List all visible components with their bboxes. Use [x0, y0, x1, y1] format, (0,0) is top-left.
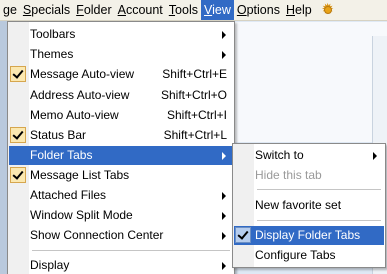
menu-item-label: Message List Tabs: [30, 168, 130, 182]
menu-item-label: Hide this tab: [255, 168, 322, 182]
menu-item-label: New favorite set: [255, 198, 342, 212]
menu-item-display[interactable]: Display: [9, 256, 233, 274]
menu-help[interactable]: Help: [283, 0, 315, 20]
check-icon: [235, 227, 251, 243]
menu-item-folder-tabs[interactable]: Folder Tabs: [9, 146, 233, 165]
menu-item-configure-tabs[interactable]: Configure Tabs: [234, 246, 384, 265]
shortcut-text: Shift+Ctrl+E: [162, 67, 227, 81]
shortcut-text: Shift+Ctrl+I: [166, 108, 227, 122]
menu-item-status-bar[interactable]: Status Bar Shift+Ctrl+L: [9, 126, 233, 145]
check-icon: [10, 127, 26, 143]
check-icon: [10, 66, 26, 82]
menu-message[interactable]: ge: [0, 0, 20, 20]
sun-icon[interactable]: ✹: [320, 2, 336, 18]
menu-item-label: Folder Tabs: [30, 148, 93, 162]
submenu-arrow-icon: [222, 31, 226, 39]
menu-item-themes[interactable]: Themes: [9, 45, 233, 64]
menu-item-hide-this-tab: Hide this tab: [234, 166, 384, 185]
menu-item-address-auto-view[interactable]: Address Auto-view Shift+Ctrl+O: [9, 86, 233, 105]
menu-item-label: Display Folder Tabs: [255, 228, 361, 242]
submenu-arrow-icon: [222, 262, 226, 270]
submenu-arrow-icon: [222, 212, 226, 220]
submenu-arrow-icon: [222, 152, 226, 160]
menu-item-message-auto-view[interactable]: Message Auto-view Shift+Ctrl+E: [9, 65, 233, 84]
menu-separator: [32, 250, 230, 251]
menu-item-label: Message Auto-view: [30, 67, 135, 81]
menu-item-label: Toolbars: [30, 27, 76, 41]
shortcut-text: Shift+Ctrl+L: [163, 128, 227, 142]
menu-item-attached-files[interactable]: Attached Files: [9, 186, 233, 205]
menu-item-label: Address Auto-view: [30, 88, 130, 102]
menu-item-label: Configure Tabs: [255, 248, 336, 262]
menu-folder[interactable]: Folder: [73, 0, 114, 20]
check-icon: [10, 167, 26, 183]
menu-bar: ge Specials Folder Account Tools View Op…: [0, 0, 387, 21]
menu-item-label: Status Bar: [30, 128, 87, 142]
menu-options[interactable]: Options: [234, 0, 283, 20]
submenu-arrow-icon: [222, 192, 226, 200]
folder-tabs-submenu: Switch to Hide this tab New favorite set…: [232, 143, 386, 268]
menu-item-label: Display: [30, 258, 70, 272]
menu-item-label: Memo Auto-view: [30, 108, 119, 122]
submenu-arrow-icon: [222, 51, 226, 59]
menu-item-window-split-mode[interactable]: Window Split Mode: [9, 206, 233, 225]
menu-view[interactable]: View: [200, 0, 234, 20]
menu-specials[interactable]: Specials: [20, 0, 73, 20]
menu-account[interactable]: Account: [115, 0, 166, 20]
menu-item-label: Attached Files: [30, 188, 107, 202]
menu-item-display-folder-tabs[interactable]: Display Folder Tabs: [234, 226, 384, 245]
menu-item-toolbars[interactable]: Toolbars: [9, 25, 233, 44]
submenu-arrow-icon: [373, 152, 377, 160]
menu-item-new-favorite-set[interactable]: New favorite set: [234, 196, 384, 215]
menu-item-label: Window Split Mode: [30, 208, 133, 222]
menu-item-memo-auto-view[interactable]: Memo Auto-view Shift+Ctrl+I: [9, 106, 233, 125]
menu-separator: [257, 189, 381, 190]
menu-item-switch-to[interactable]: Switch to: [234, 146, 384, 165]
menu-item-message-list-tabs[interactable]: Message List Tabs: [9, 166, 233, 185]
menu-separator: [257, 220, 381, 221]
content-pane: [232, 22, 387, 142]
menu-item-label: Themes: [30, 47, 74, 61]
menu-item-label: Show Connection Center: [30, 228, 164, 242]
menu-item-label: Switch to: [255, 148, 304, 162]
menu-item-show-connection-center[interactable]: Show Connection Center: [9, 226, 233, 245]
view-menu: Toolbars Themes Message Auto-view Shift+…: [7, 21, 235, 274]
submenu-arrow-icon: [222, 232, 226, 240]
menu-tools[interactable]: Tools: [166, 0, 201, 20]
shortcut-text: Shift+Ctrl+O: [160, 88, 227, 102]
